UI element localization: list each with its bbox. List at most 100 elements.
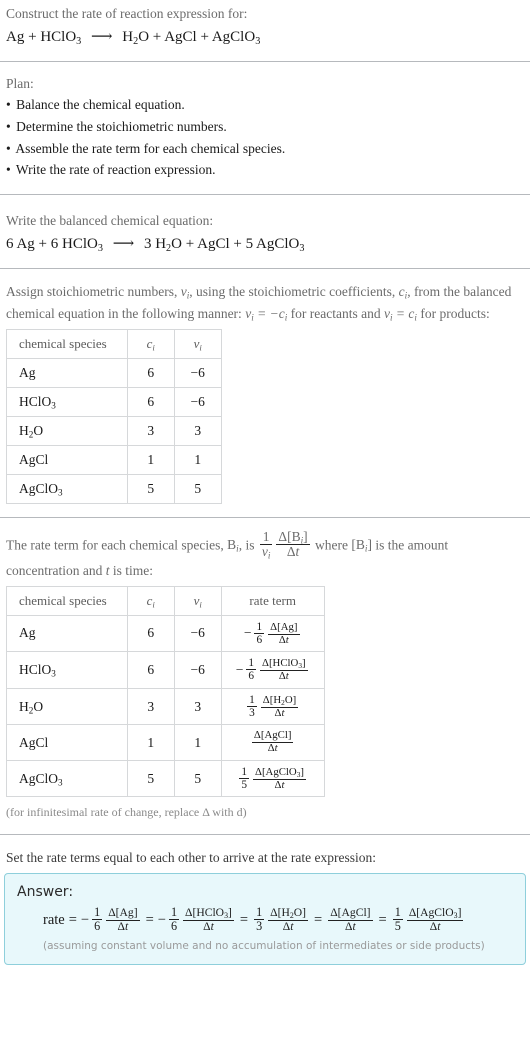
equals-sign: = [68, 911, 77, 928]
prompt-text: Construct the rate of reaction expressio… [6, 6, 248, 21]
column-header-species: chemical species [6, 585, 128, 616]
cell-vi: 3 [173, 687, 222, 726]
delta-fraction: Δ[H2O] Δt [268, 906, 309, 933]
reactant-hclo3: HClO3 [62, 235, 103, 254]
cell-vi: 5 [173, 473, 222, 504]
cell-rate-term: −1 6 Δ[HClO3] Δt [220, 651, 325, 689]
bullet-icon: • [6, 162, 11, 178]
stoich-intro-part: for reactants and [287, 305, 384, 321]
rate-term-section: The rate term for each chemical species,… [0, 528, 530, 822]
delta-fraction: Δ[Ag] Δt [268, 620, 300, 646]
balanced-equation: 6 Ag + 6 HClO3 ⟶ 3 H2O + AgCl + 5 AgClO3 [0, 231, 530, 255]
plan-title: Plan: [6, 75, 34, 91]
final-intro: Set the rate terms equal to each other t… [6, 850, 376, 866]
cell-species: Ag [6, 357, 128, 388]
reactant-ag: Ag [16, 235, 35, 252]
divider [0, 834, 530, 836]
plan-step: • Balance the chemical equation. [6, 94, 524, 116]
answer-box: Answer: rate = −1 6 Δ[Ag] Δt = −1 6 Δ[HClO3] Δt = 1 3… [4, 873, 526, 966]
divider [0, 267, 530, 269]
coefficient-fraction: 15 [239, 765, 249, 791]
table-header-row: chemical species ci vi [6, 328, 222, 359]
rate-term-table: chemical species ci vi rate term Ag 6 −6… [6, 585, 325, 798]
answer-assumption-note: (assuming constant volume and no accumul… [43, 940, 485, 953]
cell-species: Ag [6, 614, 128, 653]
plan-step: • Assemble the rate term for each chemic… [6, 138, 524, 160]
cell-ci: 6 [126, 651, 175, 689]
coefficient-fraction: 13 [247, 693, 257, 720]
formula-delta-b-over-delta-t: Δ[Bi] Δt [276, 528, 310, 560]
cell-rate-term: 1 3 Δ[H2O] Δt [220, 687, 325, 726]
cell-ci: 6 [126, 357, 175, 388]
sign: − [80, 911, 90, 928]
delta-fraction: Δ[HClO3] Δt [183, 906, 234, 933]
coefficient-fraction: 16 [246, 657, 257, 683]
plus-sign: + [28, 28, 41, 45]
cell-species: AgClO3 [6, 759, 128, 798]
product-agclo3: AgClO3 [211, 28, 261, 47]
rate-intro-part: where [311, 537, 352, 553]
rate-term-footnote: (for infinitesimal rate of change, repla… [6, 805, 247, 820]
cell-species: HClO3 [6, 386, 128, 417]
plan-step: • Determine the stoichiometric numbers. [6, 116, 524, 138]
coefficient-fraction: 13 [254, 905, 265, 934]
cell-species: AgCl [6, 724, 128, 761]
cell-vi: 1 [173, 724, 222, 761]
product-agclo3: AgClO3 [256, 235, 305, 254]
divider [0, 60, 530, 62]
reaction-arrow-icon: ⟶ [91, 28, 113, 45]
plus-sign: + [200, 28, 212, 45]
rate-intro-part: The rate term for each chemical species, [6, 537, 228, 553]
cell-species: AgCl [6, 444, 128, 475]
coefficient: 6 [50, 235, 59, 252]
divider [0, 194, 530, 196]
cell-rate-term: Δ[AgCl] Δt [220, 724, 325, 761]
cell-ci: 5 [126, 759, 175, 798]
rate-intro-part: , is [238, 537, 258, 553]
cell-ci: 6 [126, 614, 175, 653]
cell-rate-term: −1 6 Δ[Ag] Δt [220, 614, 325, 653]
answer-label: Answer: [17, 884, 74, 901]
input-equation: Ag + HClO3 ⟶ H2O + AgCl + AgClO3 [0, 24, 530, 48]
formula-nu-equals-c: vi = ci [383, 305, 417, 323]
cell-vi: 1 [173, 444, 222, 475]
column-header-species: chemical species [6, 328, 128, 359]
table-row: H2O 3 3 [6, 415, 222, 446]
cell-species: H2O [6, 687, 128, 726]
cell-vi: 3 [173, 415, 222, 446]
cell-vi: −6 [173, 386, 222, 417]
table-row: AgClO3 5 5 1 5 Δ[AgClO3] Δt [6, 759, 325, 798]
coefficient-fraction: 16 [254, 620, 265, 646]
delta-fraction: Δ[HClO3] Δt [260, 657, 308, 683]
coefficient-fraction: 16 [92, 905, 103, 934]
column-header-ci: ci [126, 585, 175, 616]
stoich-intro-part: for products: [416, 305, 490, 321]
table-row: Ag 6 −6 −1 6 Δ[Ag] Δt [6, 614, 325, 653]
plan-step-label: Assemble the rate term for each chemical… [15, 140, 286, 156]
table-row: AgCl 1 1 [6, 444, 222, 475]
delta-fraction: Δ[AgCl] Δt [251, 729, 294, 755]
divider [0, 516, 530, 518]
plan-section: Plan: • Balance the chemical equation. •… [0, 74, 530, 182]
balanced-equation-section: Write the balanced chemical equation: 6 … [0, 207, 530, 255]
plus-sign: + [38, 235, 51, 252]
reaction-arrow-icon: ⟶ [112, 235, 135, 252]
product-h2o: H2O [122, 28, 150, 47]
reactant-ag: Ag [6, 28, 25, 45]
column-header-ci: ci [126, 328, 175, 359]
table-row: HClO3 6 −6 −1 6 Δ[HClO3] Δt [6, 651, 325, 689]
equals-sign: = [145, 911, 154, 928]
cell-ci: 3 [126, 415, 175, 446]
formula-nu-equals-minus-c: vi = −ci [245, 305, 288, 323]
cell-species: HClO3 [6, 651, 128, 689]
cell-vi: 5 [173, 759, 222, 798]
cell-vi: −6 [173, 357, 222, 388]
coefficient-fraction: 16 [168, 905, 180, 934]
symbol-bracket-b-i: [Bi] [351, 537, 372, 554]
rate-intro-part: is time: [109, 562, 153, 578]
plan-step-label: Write the rate of reaction expression. [15, 162, 216, 178]
coefficient: 5 [245, 235, 254, 252]
stoich-intro-part: , using the stoichiometric coefficients, [189, 283, 399, 299]
column-header-rate-term: rate term [220, 585, 325, 616]
plan-step-label: Balance the chemical equation. [16, 96, 185, 112]
